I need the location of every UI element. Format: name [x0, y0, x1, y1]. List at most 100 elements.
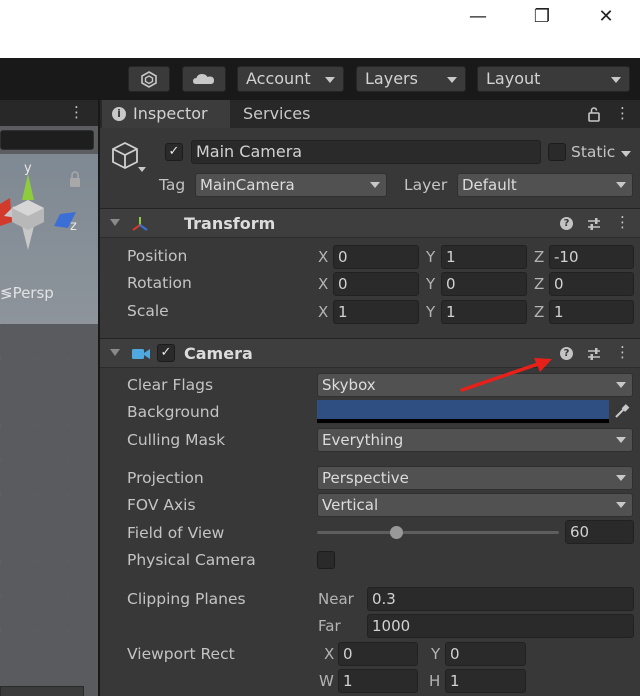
static-label: Static [571, 143, 616, 161]
tag-dropdown[interactable]: MainCamera [195, 173, 387, 197]
clear-flags-label: Clear Flags [127, 376, 214, 394]
camera-icon [132, 349, 150, 359]
projection-dropdown[interactable]: Perspective [317, 466, 633, 490]
scale-x-field[interactable]: 1 [333, 300, 419, 324]
field-of-view-label: Field of View [127, 524, 225, 542]
cloud-button[interactable] [182, 66, 226, 92]
viewport-rect-label: Viewport Rect [127, 645, 235, 663]
fov-axis-dropdown[interactable]: Vertical [317, 493, 633, 517]
viewport-x-field[interactable]: 0 [338, 642, 418, 666]
far-clip-field[interactable]: 1000 [367, 614, 634, 638]
cloud-icon [193, 74, 214, 84]
far-label[interactable]: Far [318, 617, 341, 635]
culling-mask-dropdown[interactable]: Everything [317, 428, 633, 452]
kebab-menu-icon[interactable]: ⋮ [69, 103, 84, 121]
layers-dropdown[interactable]: Layers [356, 66, 466, 92]
fov-slider-handle[interactable] [390, 526, 404, 539]
layer-dropdown[interactable]: Default [457, 173, 633, 197]
viewport-h-field[interactable]: 1 [445, 669, 526, 693]
account-dropdown[interactable]: Account [237, 66, 344, 92]
gizmo-z-label: z [70, 219, 77, 234]
restore-button[interactable]: ❐ [510, 0, 574, 32]
background-label: Background [127, 403, 220, 421]
help-icon[interactable]: ? [560, 217, 573, 230]
physical-camera-label: Physical Camera [127, 551, 256, 569]
chevron-down-icon [616, 182, 626, 188]
kebab-menu-icon[interactable]: ⋮ [615, 343, 630, 361]
rotation-y-field[interactable]: 0 [441, 272, 527, 296]
static-checkbox[interactable] [548, 143, 566, 161]
position-z-field[interactable]: -10 [549, 245, 634, 269]
rotation-x-field[interactable]: 0 [333, 272, 419, 296]
viewport-w-field[interactable]: 1 [338, 669, 418, 693]
window-title-bar: — ❐ ✕ [0, 0, 640, 58]
gameobject-active-checkbox[interactable]: ✓ [165, 143, 183, 161]
kebab-menu-icon[interactable]: ⋮ [615, 104, 630, 122]
viewport-x-label[interactable]: X [324, 645, 334, 663]
scale-label: Scale [127, 302, 169, 320]
collapse-arrow-icon[interactable] [110, 219, 120, 226]
rotation-label: Rotation [127, 274, 192, 292]
plastic-scm-icon [141, 71, 157, 88]
physical-camera-checkbox[interactable] [317, 551, 335, 569]
chevron-down-icon [611, 77, 621, 83]
minimize-button[interactable]: — [446, 0, 510, 32]
field-of-view-field[interactable]: 60 [565, 520, 634, 544]
position-x-field[interactable]: 0 [333, 245, 419, 269]
inspector-tab-bar: i Inspector Services ⋮ [100, 100, 640, 128]
rotation-z-field[interactable]: 0 [549, 272, 634, 296]
scale-y-field[interactable]: 1 [441, 300, 527, 324]
static-dropdown-icon[interactable] [621, 151, 631, 157]
chevron-down-icon [616, 382, 626, 388]
scale-z-field[interactable]: 1 [549, 300, 634, 324]
projection-label[interactable]: ≶Persp [0, 284, 54, 302]
axis-y-label[interactable]: Y [426, 303, 435, 321]
transform-header[interactable]: Transform ? ⋮ [100, 208, 640, 238]
close-button[interactable]: ✕ [574, 0, 638, 32]
axis-z-label[interactable]: Z [534, 248, 544, 266]
camera-enabled-checkbox[interactable]: ✓ [157, 344, 175, 362]
layout-dropdown[interactable]: Layout [477, 66, 630, 92]
collapse-arrow-icon[interactable] [110, 349, 120, 356]
kebab-menu-icon[interactable]: ⋮ [615, 213, 630, 231]
position-y-field[interactable]: 1 [441, 245, 527, 269]
scene-view[interactable]: ⋮ y z ≶Persp [0, 100, 98, 696]
clipping-planes-label: Clipping Planes [127, 590, 246, 608]
axis-x-label[interactable]: X [318, 303, 328, 321]
viewport-h-label[interactable]: H [429, 672, 440, 690]
version-control-button[interactable] [128, 66, 170, 92]
axis-z-label[interactable]: Z [534, 275, 544, 293]
viewport-y-field[interactable]: 0 [445, 642, 526, 666]
scene-search-field[interactable] [0, 130, 94, 150]
near-clip-field[interactable]: 0.3 [367, 587, 634, 611]
axis-x-label[interactable]: X [318, 275, 328, 293]
orientation-gizmo[interactable]: y z [0, 154, 98, 284]
axis-x-label[interactable]: X [318, 248, 328, 266]
fov-axis-label: FOV Axis [127, 496, 196, 514]
chevron-down-icon [447, 77, 457, 83]
viewport-w-label[interactable]: W [319, 672, 334, 690]
culling-mask-label: Culling Mask [127, 431, 226, 449]
gameobject-name-field[interactable]: Main Camera [191, 140, 541, 164]
viewport-y-label[interactable]: Y [431, 645, 440, 663]
axis-y-label[interactable]: Y [426, 248, 435, 266]
eyedropper-icon[interactable] [613, 402, 631, 420]
scene-scrollbar[interactable] [0, 686, 84, 696]
near-label[interactable]: Near [318, 590, 354, 608]
help-icon[interactable]: ? [560, 347, 573, 360]
tab-inspector[interactable]: i Inspector [102, 100, 230, 128]
gameobject-cube-icon[interactable] [110, 140, 150, 180]
scene-tab-bar: ⋮ [0, 100, 98, 126]
preset-sliders-icon[interactable] [586, 346, 602, 362]
background-color-field[interactable] [317, 400, 609, 423]
transform-title: Transform [184, 214, 276, 233]
preset-sliders-icon[interactable] [586, 216, 602, 232]
axis-y-label[interactable]: Y [426, 275, 435, 293]
lock-icon[interactable] [587, 106, 601, 122]
chevron-down-icon [616, 475, 626, 481]
axis-z-label[interactable]: Z [534, 303, 544, 321]
fov-slider-track[interactable] [317, 531, 559, 534]
tab-services[interactable]: Services [243, 100, 310, 128]
scene-ground-grid [0, 324, 98, 696]
chevron-down-icon [325, 77, 335, 83]
